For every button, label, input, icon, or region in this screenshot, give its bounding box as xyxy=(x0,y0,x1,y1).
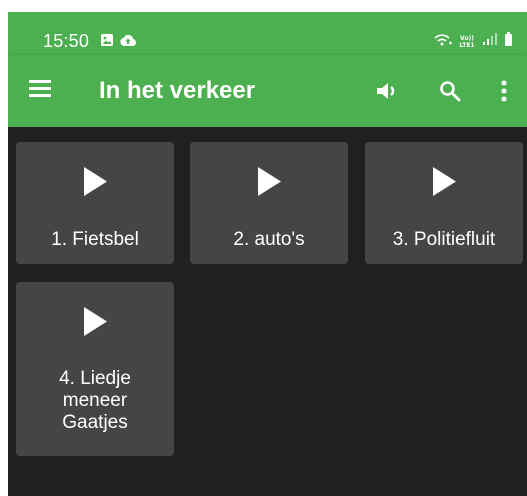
sound-grid: 1. Fietsbel 2. auto's 3. Politiefluit 4.… xyxy=(8,127,527,496)
phone-screen: 15:50 Vo)) LTE1 In het verkeer 1. Fietsb… xyxy=(8,12,527,496)
app-bar: In het verkeer xyxy=(8,55,527,127)
status-bar: 15:50 Vo)) LTE1 xyxy=(8,12,527,55)
svg-text:LTE1: LTE1 xyxy=(459,42,474,49)
sound-label: 1. Fietsbel xyxy=(51,229,139,250)
status-time: 15:50 xyxy=(43,31,90,51)
status-right-icons: Vo)) LTE1 xyxy=(434,32,513,52)
play-icon xyxy=(84,167,107,196)
sound-tile-liedje-meneer-gaatjes[interactable]: 4. Liedje meneer Gaatjes xyxy=(16,282,174,456)
cloud-upload-icon xyxy=(119,34,137,52)
sound-label: 2. auto's xyxy=(233,229,305,250)
sound-label: 4. Liedje meneer Gaatjes xyxy=(59,368,131,433)
volte-icon: Vo)) LTE1 xyxy=(457,34,477,50)
play-icon xyxy=(84,307,107,336)
sound-tile-politiefluit[interactable]: 3. Politiefluit xyxy=(365,142,523,264)
wifi-calling-icon xyxy=(434,33,452,52)
signal-icon xyxy=(482,33,499,51)
menu-icon[interactable] xyxy=(29,80,51,98)
more-vert-icon[interactable] xyxy=(491,78,517,104)
play-icon xyxy=(258,167,281,196)
status-left-icons xyxy=(100,33,137,52)
sound-label: 3. Politiefluit xyxy=(392,229,496,250)
gallery-icon xyxy=(100,33,114,52)
sound-tile-fietsbel[interactable]: 1. Fietsbel xyxy=(16,142,174,264)
battery-icon xyxy=(504,32,513,52)
sound-tile-autos[interactable]: 2. auto's xyxy=(190,142,348,264)
play-icon xyxy=(433,167,456,196)
search-icon[interactable] xyxy=(437,78,463,104)
volume-icon[interactable] xyxy=(374,78,400,104)
page-title: In het verkeer xyxy=(99,77,256,104)
svg-text:Vo)): Vo)) xyxy=(460,35,474,42)
